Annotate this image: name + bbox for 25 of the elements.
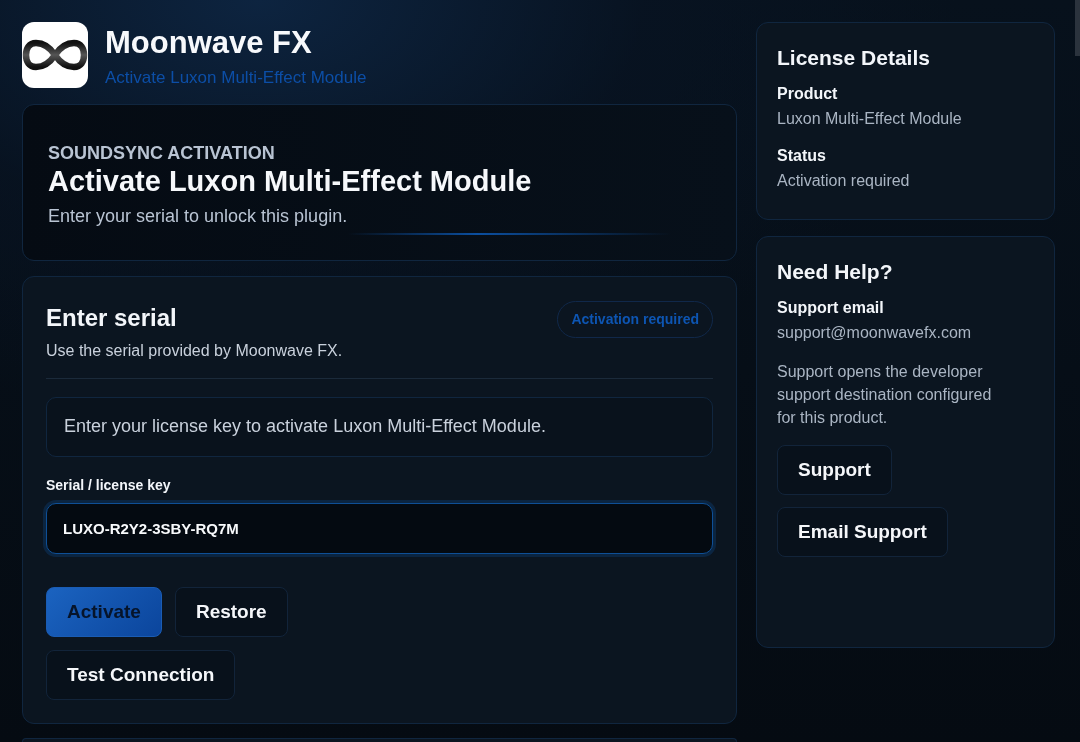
field-label: Serial / license key — [46, 476, 172, 494]
detail-label: Support email — [777, 298, 885, 318]
section-subtitle: Use the serial provided by Moonwave FX. — [46, 341, 343, 361]
infinity-logo-icon — [22, 22, 88, 88]
secondary-button[interactable]: Email Support — [777, 506, 948, 557]
detail-value: Luxon Multi-Effect Module — [777, 109, 963, 129]
hero-description: Enter your serial to unlock this plugin. — [48, 206, 349, 228]
serial-input-field[interactable]: LUXO-R2Y2-3SBY-RQ7M — [46, 502, 713, 554]
secondary-button[interactable]: Restore — [174, 586, 288, 637]
brand-subtitle: Activate Luxon Multi-Effect Module — [105, 68, 367, 89]
detail-label: Product — [777, 84, 839, 104]
eyebrow-label: SOUNDSYNC ACTIVATION — [48, 143, 276, 165]
detail-value: Activation required — [777, 170, 911, 190]
panel-title: License Details — [777, 45, 931, 71]
info-notice: Enter your license key to activate Luxon Multi-Effect Module. — [46, 397, 713, 457]
detail-value: support@moonwavefx.com — [777, 323, 973, 343]
detail-label: Status — [777, 145, 827, 165]
panel-title: Need Help? — [777, 258, 894, 285]
scrollbar-thumb[interactable] — [1075, 0, 1080, 56]
brand-title: Moonwave FX — [105, 27, 313, 58]
help-text: Support opens the developer support destination configured for this product. — [777, 361, 993, 428]
secondary-button[interactable]: Test Connection — [46, 649, 236, 700]
secondary-button[interactable]: Support — [777, 444, 892, 495]
section-title: Enter serial — [46, 304, 178, 334]
hero-title: Activate Luxon Multi-Effect Module — [48, 165, 533, 199]
